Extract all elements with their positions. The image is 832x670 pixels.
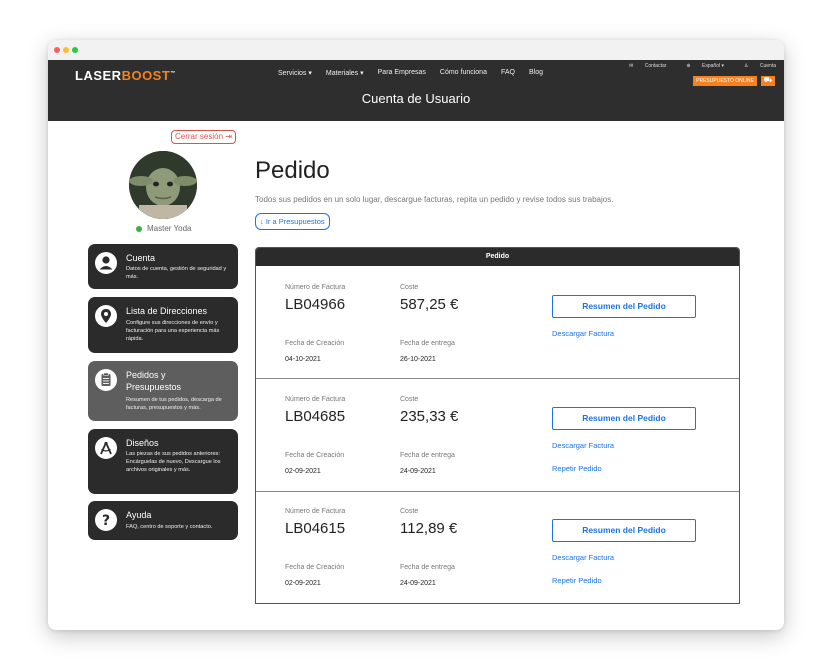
order-summary-button[interactable]: Resumen del Pedido (552, 407, 696, 430)
browser-window: LASERBOOST™ Servicios Materiales Para Em… (48, 40, 784, 630)
nav-blog[interactable]: Blog (529, 69, 543, 77)
laserboost-logo[interactable]: LASERBOOST™ (75, 68, 176, 83)
compass-icon (95, 437, 117, 459)
sidebar-item-ayuda[interactable]: ? Ayuda FAQ, centro de soporte y contact… (88, 501, 238, 540)
minimize-window-button[interactable] (63, 47, 69, 53)
page-header-title: Cuenta de Usuario (361, 91, 471, 106)
user-icon: ♙ (744, 63, 749, 69)
nav-faq[interactable]: FAQ (501, 69, 515, 77)
order-row: Número de Factura Coste LB04966 587,25 €… (256, 266, 739, 379)
invoice-number: LB04685 (285, 408, 346, 425)
order-summary-button[interactable]: Resumen del Pedido (552, 295, 696, 318)
logout-icon: ⇥ (225, 132, 232, 141)
invoice-number: LB04966 (285, 296, 346, 313)
online-quote-button[interactable]: PRESUPUESTO ONLINE (693, 76, 757, 86)
cost-label: Coste (400, 284, 419, 291)
delivery-date: 26-10-2021 (400, 356, 436, 363)
language-selector[interactable]: ⊕ Español ▾ (676, 63, 724, 69)
order-row: Número de Factura Coste LB04685 235,33 €… (256, 379, 739, 492)
logout-button[interactable]: Cerrar sesión ⇥ (171, 130, 236, 144)
nav-materiales[interactable]: Materiales (326, 69, 364, 77)
delivery-label: Fecha de entrega (400, 564, 455, 571)
sidebar-item-desc: Datos de cuenta, gestión de seguridad y … (126, 266, 227, 280)
cost-label: Coste (400, 396, 419, 403)
download-invoice-link[interactable]: Descargar Factura (552, 553, 614, 562)
online-status-dot (136, 225, 142, 232)
order-cost: 112,89 € (400, 520, 458, 537)
username: Master Yoda (147, 224, 192, 233)
download-invoice-link[interactable]: Descargar Factura (552, 441, 614, 450)
avatar (129, 151, 197, 219)
site-header: LASERBOOST™ Servicios Materiales Para Em… (48, 60, 784, 121)
created-label: Fecha de Creación (285, 452, 345, 459)
cost-label: Coste (400, 508, 419, 515)
sidebar-item-direcciones[interactable]: Lista de Direcciones Configure sus direc… (88, 297, 238, 353)
location-pin-icon (95, 305, 117, 327)
created-date: 04-10-2021 (285, 356, 321, 363)
delivery-date: 24-09-2021 (400, 468, 436, 475)
order-cost: 235,33 € (400, 408, 459, 425)
cart-icon[interactable]: ⛟ (761, 76, 775, 86)
sidebar-item-label: Lista de Direcciones (126, 306, 208, 316)
sidebar-item-label: Pedidos y Presupuestos (126, 370, 182, 392)
account-link[interactable]: ♙ Cuenta (734, 63, 776, 69)
invoice-number: LB04615 (285, 520, 346, 537)
main-nav: Servicios Materiales Para Empresas Cómo … (278, 69, 557, 77)
invoice-label: Número de Factura (285, 284, 346, 291)
invoice-label: Número de Factura (285, 396, 346, 403)
globe-icon: ⊕ (686, 63, 691, 69)
sidebar-item-label: Diseños (126, 438, 159, 448)
delivery-label: Fecha de entrega (400, 452, 455, 459)
page-subtitle: Todos sus pedidos en un solo lugar, desc… (255, 195, 614, 204)
user-icon (95, 252, 117, 274)
order-row: Número de Factura Coste LB04615 112,89 €… (256, 491, 739, 603)
avatar-image (129, 151, 197, 219)
nav-servicios[interactable]: Servicios (278, 69, 312, 77)
mail-icon: ✉ (629, 63, 634, 69)
repeat-order-link[interactable]: Repetir Pedido (552, 576, 602, 585)
orders-table-header: Pedido (256, 248, 739, 266)
svg-text:?: ? (102, 513, 110, 529)
go-to-quotes-button[interactable]: ↓ Ir a Presupuestos (255, 213, 330, 230)
sidebar-item-desc: Las piezas de sus pedidos anteriores: En… (126, 451, 221, 473)
sidebar-item-cuenta[interactable]: Cuenta Datos de cuenta, gestión de segur… (88, 244, 238, 289)
nav-para-empresas[interactable]: Para Empresas (378, 69, 426, 77)
help-icon: ? (95, 509, 117, 531)
sidebar-item-pedidos[interactable]: Pedidos y Presupuestos Resumen de tus pe… (88, 361, 238, 421)
window-titlebar (48, 40, 784, 60)
created-label: Fecha de Creación (285, 564, 345, 571)
order-summary-button[interactable]: Resumen del Pedido (552, 519, 696, 542)
delivery-date: 24-09-2021 (400, 580, 436, 587)
sidebar-item-desc: Resumen de tus pedidos, descarga de fact… (126, 397, 222, 411)
sidebar-item-desc: Configure sus direcciones de envío y fac… (126, 320, 220, 342)
utility-nav: ✉ Contactar ⊕ Español ▾ ♙ Cuenta (609, 63, 776, 69)
orders-table: Pedido Número de Factura Coste LB04966 5… (255, 247, 740, 604)
close-window-button[interactable] (54, 47, 60, 53)
page-title: Pedido (255, 157, 330, 184)
sidebar-item-label: Cuenta (126, 253, 156, 263)
created-date: 02-09-2021 (285, 580, 321, 587)
delivery-label: Fecha de entrega (400, 340, 455, 347)
sidebar-item-desc: FAQ, centro de soporte y contacto. (126, 524, 213, 530)
download-invoice-link[interactable]: Descargar Factura (552, 329, 614, 338)
user-status: Master Yoda (136, 224, 191, 233)
invoice-label: Número de Factura (285, 508, 346, 515)
maximize-window-button[interactable] (72, 47, 78, 53)
nav-como-funciona[interactable]: Cómo funciona (440, 69, 487, 77)
sidebar-item-label: Ayuda (126, 510, 152, 520)
sidebar-item-disenos[interactable]: Diseños Las piezas de sus pedidos anteri… (88, 429, 238, 494)
clipboard-icon (95, 369, 117, 391)
contact-link[interactable]: ✉ Contactar (619, 63, 666, 69)
order-cost: 587,25 € (400, 296, 459, 313)
created-label: Fecha de Creación (285, 340, 345, 347)
arrow-down-icon: ↓ (260, 217, 264, 226)
created-date: 02-09-2021 (285, 468, 321, 475)
repeat-order-link[interactable]: Repetir Pedido (552, 464, 602, 473)
